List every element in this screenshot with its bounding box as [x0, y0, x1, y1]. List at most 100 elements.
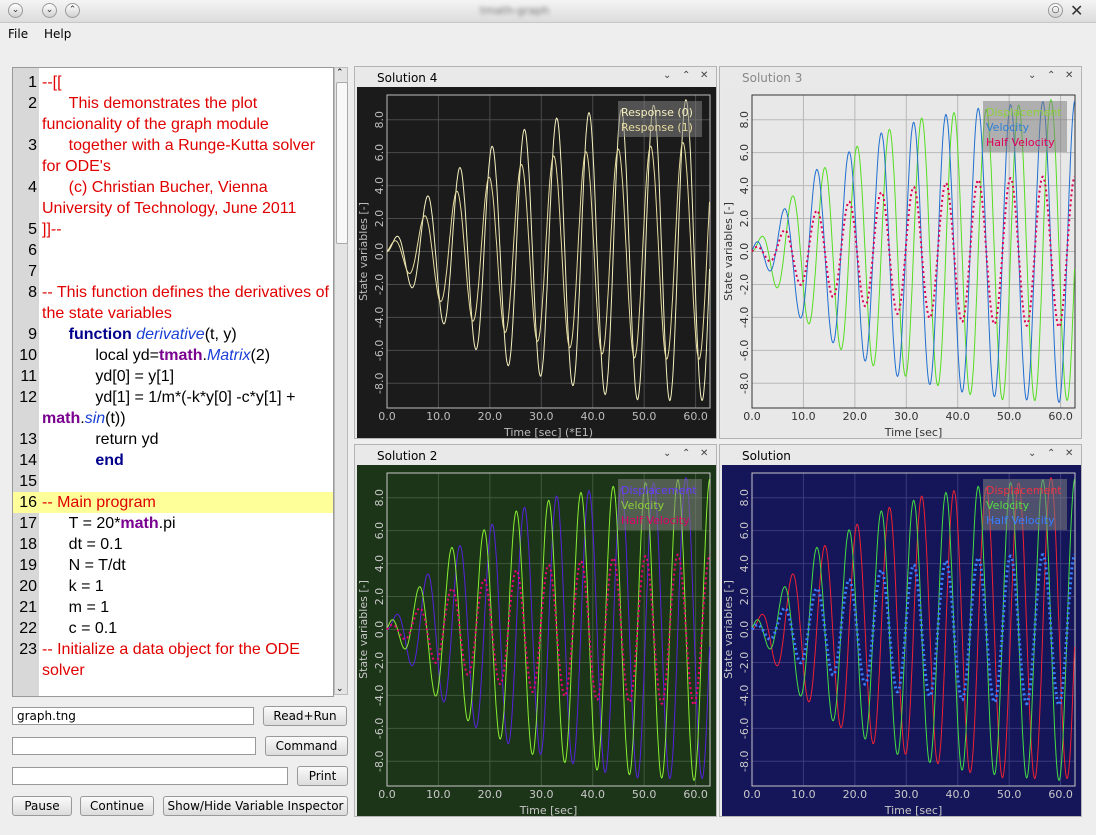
x-tick-label: 0.0: [743, 410, 761, 423]
code-token: sin: [84, 410, 106, 427]
code-token: T = 20*: [42, 515, 121, 532]
window-title: tmath-graph: [480, 4, 550, 17]
window-menu-icon[interactable]: ⌄: [8, 3, 23, 18]
y-tick-label: -6.0: [738, 340, 751, 361]
panel-collapse-icon[interactable]: ⌄: [663, 70, 671, 81]
editor-scrollbar[interactable]: ⌃ ⌄: [334, 67, 348, 695]
legend-entry: Response (0): [621, 106, 693, 119]
code-token: m = 1: [42, 599, 110, 616]
x-tick-label: 10.0: [426, 410, 451, 423]
panel-float-icon[interactable]: ⌃: [682, 448, 690, 459]
legend-entry: Velocity: [986, 121, 1030, 134]
menu-file[interactable]: File: [8, 27, 28, 41]
panel-close-icon[interactable]: ✕: [700, 448, 708, 459]
y-axis-label: State variables [-]: [722, 202, 735, 301]
toggle-inspector-button[interactable]: Show/Hide Variable Inspector: [163, 796, 348, 816]
panel-collapse-icon[interactable]: ⌄: [1028, 70, 1036, 81]
panel-close-icon[interactable]: ✕: [1065, 70, 1073, 81]
code-token: (2): [250, 347, 271, 364]
window-titlebar: ⌄ ⌄ ⌃ tmath-graph ○ ✕: [0, 0, 1096, 23]
plot-area[interactable]: 0.0 10.0 20.0 30.0 40.0 50.0 60.0 8.0 6.0 4.0 2.0 0…: [357, 87, 716, 441]
y-tick-label: 4.0: [373, 177, 386, 195]
code-token: together with a Runge-Kutta solver for O…: [42, 137, 320, 175]
line-number: 12: [19, 389, 37, 406]
code-line: 14 end: [13, 450, 333, 471]
menu-help[interactable]: Help: [44, 27, 71, 41]
panel-close-icon[interactable]: ✕: [700, 70, 708, 81]
plot-area[interactable]: 0.0 10.0 20.0 30.0 40.0 50.0 60.0 8.0 6.0 4.0 2.0 0…: [722, 465, 1081, 819]
code-token: dt = 0.1: [42, 536, 123, 553]
line-number: 2: [28, 95, 37, 112]
y-tick-label: 4.0: [738, 555, 751, 573]
plot-area[interactable]: 0.0 10.0 20.0 30.0 40.0 50.0 60.0 8.0 6.0 4.0 2.0 0…: [722, 87, 1081, 441]
command-input[interactable]: [12, 737, 256, 755]
code-token: function: [68, 326, 132, 343]
legend-entry: Displacement: [986, 484, 1062, 497]
y-tick-label: -2.0: [373, 274, 386, 295]
print-input[interactable]: [12, 767, 288, 785]
plot-area[interactable]: 0.0 10.0 20.0 30.0 40.0 50.0 60.0 8.0 6.0 4.0 2.0 0…: [357, 465, 716, 819]
print-button[interactable]: Print: [297, 766, 348, 786]
panel-close-icon[interactable]: ✕: [1065, 448, 1073, 459]
line-number: 16: [19, 494, 37, 511]
line-number: 20: [19, 578, 37, 595]
x-tick-label: 30.0: [894, 410, 919, 423]
plot-canvas: 0.0 10.0 20.0 30.0 40.0 50.0 60.0 8.0 6.0 4.0 2.0 0…: [722, 465, 1081, 817]
code-line: 7: [13, 261, 333, 282]
x-tick-label: 30.0: [529, 410, 554, 423]
panel-float-icon[interactable]: ⌃: [682, 70, 690, 81]
plot-panel[interactable]: Solution 3 ⌄ ⌃ ✕ 0.0 10.0 20.0 30.0 40.0 50.0 60.0…: [719, 66, 1082, 439]
code-line: 18 dt = 0.1: [13, 534, 333, 555]
y-tick-label: 6.0: [738, 144, 751, 162]
y-tick-label: 2.0: [373, 588, 386, 606]
maximize-icon[interactable]: ⌃: [65, 3, 80, 18]
panel-float-icon[interactable]: ⌃: [1047, 448, 1055, 459]
scroll-down-icon[interactable]: ⌄: [336, 684, 344, 694]
code-editor[interactable]: 1 --[[2 This demonstrates the plot funcio…: [12, 67, 334, 697]
close-icon[interactable]: ✕: [1070, 1, 1083, 20]
line-number: 9: [28, 326, 37, 343]
plot-panel[interactable]: Solution 2 ⌄ ⌃ ✕ 0.0 10.0 20.0 30.0 40.0 50.0 60.0…: [354, 444, 717, 817]
line-number: 14: [19, 452, 37, 469]
command-button[interactable]: Command: [265, 736, 348, 756]
panel-collapse-icon[interactable]: ⌄: [1028, 448, 1036, 459]
code-lines: 1 --[[2 This demonstrates the plot funcio…: [13, 72, 333, 681]
legend-entry: Half Velocity: [621, 514, 690, 527]
continue-button[interactable]: Continue: [80, 796, 154, 816]
x-tick-label: 60.0: [683, 410, 708, 423]
y-tick-label: 0.0: [738, 621, 751, 639]
y-tick-label: 2.0: [738, 210, 751, 228]
legend-entry: Half Velocity: [986, 136, 1055, 149]
panel-collapse-icon[interactable]: ⌄: [663, 448, 671, 459]
legend-entry: Half Velocity: [986, 514, 1055, 527]
code-token: derivative: [136, 326, 205, 343]
restore-icon[interactable]: ○: [1048, 3, 1063, 18]
plot-panel[interactable]: Solution ⌄ ⌃ ✕ 0.0 10.0 20.0 30.0 40.0 50.0 60.0 8.…: [719, 444, 1082, 817]
y-tick-label: -6.0: [738, 718, 751, 739]
minimize-icon[interactable]: ⌄: [42, 3, 57, 18]
code-token: math: [42, 410, 81, 427]
code-line: 16 -- Main program: [13, 492, 333, 513]
x-tick-label: 0.0: [378, 788, 396, 801]
panel-float-icon[interactable]: ⌃: [1047, 70, 1055, 81]
x-tick-label: 40.0: [945, 788, 970, 801]
panel-title: Solution 4: [377, 71, 438, 85]
y-tick-label: -8.0: [373, 751, 386, 772]
scrollbar-thumb[interactable]: [336, 82, 348, 244]
code-token: local yd=: [42, 347, 159, 364]
x-tick-label: 60.0: [1048, 788, 1073, 801]
code-line: 3 together with a Runge-Kutta solver for…: [13, 135, 333, 177]
code-token: -- Main program: [42, 494, 156, 511]
read-run-button[interactable]: Read+Run: [263, 706, 347, 726]
menubar: File Help: [0, 23, 1096, 45]
y-tick-label: 2.0: [738, 588, 751, 606]
code-token: (c) Christian Bucher, Vienna University …: [42, 179, 297, 217]
y-tick-label: 0.0: [373, 243, 386, 261]
plot-panel[interactable]: Solution 4 ⌄ ⌃ ✕ 0.0 10.0 20.0 30.0 40.0 50.0 60.0…: [354, 66, 717, 439]
file-input[interactable]: [12, 707, 254, 725]
pause-button[interactable]: Pause: [12, 796, 72, 816]
code-line: 15: [13, 471, 333, 492]
scroll-up-icon[interactable]: ⌃: [336, 68, 344, 78]
x-tick-label: 50.0: [997, 788, 1022, 801]
